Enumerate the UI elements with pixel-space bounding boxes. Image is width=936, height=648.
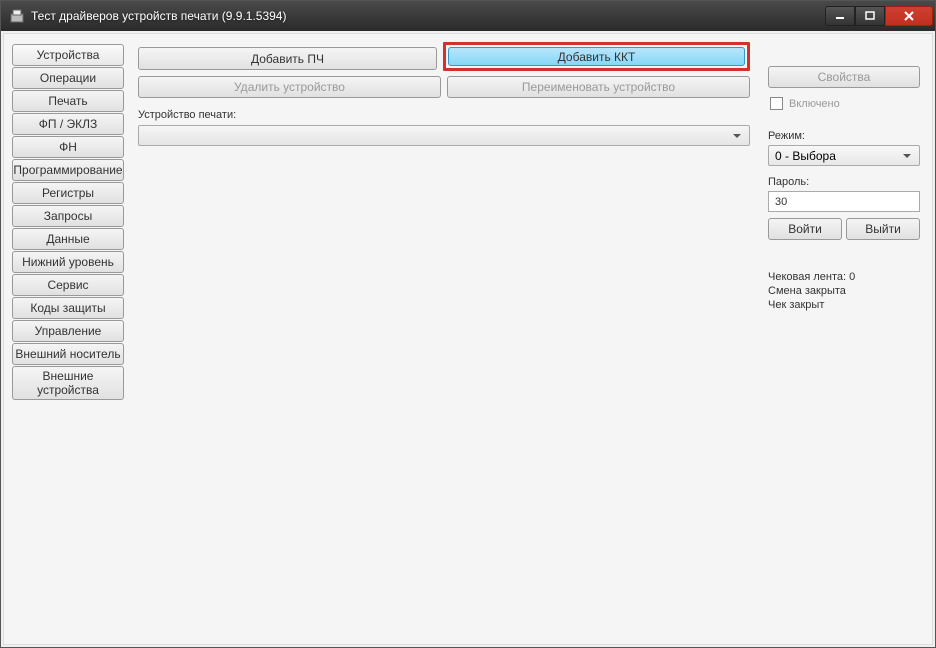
main-panel: Добавить ПЧ Добавить ККТ Удалить устройс… <box>130 42 758 636</box>
button-row-1: Добавить ПЧ Добавить ККТ <box>138 42 750 71</box>
enabled-label: Включено <box>789 98 840 110</box>
sidebar-item-print[interactable]: Печать <box>12 90 124 112</box>
add-kkt-button[interactable]: Добавить ККТ <box>448 47 745 66</box>
password-input[interactable] <box>768 191 920 212</box>
right-panel: Свойства Включено Режим: 0 - Выбора Паро… <box>764 42 924 636</box>
sidebar: Устройства Операции Печать ФП / ЭКЛЗ ФН … <box>12 42 124 636</box>
button-row-2: Удалить устройство Переименовать устройс… <box>138 76 750 98</box>
status-shift: Смена закрыта <box>768 285 920 297</box>
highlight-frame: Добавить ККТ <box>443 42 750 71</box>
window-title: Тест драйверов устройств печати (9.9.1.5… <box>31 9 825 23</box>
properties-button[interactable]: Свойства <box>768 66 920 88</box>
sidebar-item-requests[interactable]: Запросы <box>12 205 124 227</box>
enabled-checkbox-row: Включено <box>770 97 920 110</box>
maximize-button[interactable] <box>855 6 885 26</box>
content-area: Устройства Операции Печать ФП / ЭКЛЗ ФН … <box>3 33 933 645</box>
rename-device-button[interactable]: Переименовать устройство <box>447 76 750 98</box>
add-pch-button[interactable]: Добавить ПЧ <box>138 47 437 70</box>
sidebar-item-external-devices[interactable]: Внешние устройства <box>12 366 124 400</box>
sidebar-item-data[interactable]: Данные <box>12 228 124 250</box>
password-label: Пароль: <box>768 176 920 188</box>
app-icon <box>9 8 25 24</box>
mode-combo[interactable]: 0 - Выбора <box>768 145 920 166</box>
app-window: Тест драйверов устройств печати (9.9.1.5… <box>0 0 936 648</box>
sidebar-item-protection-codes[interactable]: Коды защиты <box>12 297 124 319</box>
status-tape: Чековая лента: 0 <box>768 271 920 283</box>
sidebar-item-devices[interactable]: Устройства <box>12 44 124 66</box>
close-button[interactable] <box>885 6 933 26</box>
enabled-checkbox[interactable] <box>770 97 783 110</box>
sidebar-item-control[interactable]: Управление <box>12 320 124 342</box>
window-controls <box>825 6 933 26</box>
sidebar-item-lowlevel[interactable]: Нижний уровень <box>12 251 124 273</box>
login-button[interactable]: Войти <box>768 218 842 240</box>
login-button-row: Войти Выйти <box>768 218 920 240</box>
minimize-button[interactable] <box>825 6 855 26</box>
sidebar-item-operations[interactable]: Операции <box>12 67 124 89</box>
logout-button[interactable]: Выйти <box>846 218 920 240</box>
status-check: Чек закрыт <box>768 299 920 311</box>
sidebar-item-programming[interactable]: Программирование <box>12 159 124 181</box>
device-label: Устройство печати: <box>138 109 750 121</box>
sidebar-item-registers[interactable]: Регистры <box>12 182 124 204</box>
mode-label: Режим: <box>768 130 920 142</box>
delete-device-button[interactable]: Удалить устройство <box>138 76 441 98</box>
titlebar: Тест драйверов устройств печати (9.9.1.5… <box>1 1 935 31</box>
sidebar-item-fn[interactable]: ФН <box>12 136 124 158</box>
device-combo[interactable] <box>138 125 750 146</box>
sidebar-item-service[interactable]: Сервис <box>12 274 124 296</box>
sidebar-item-fp-eklz[interactable]: ФП / ЭКЛЗ <box>12 113 124 135</box>
sidebar-item-external-media[interactable]: Внешний носитель <box>12 343 124 365</box>
